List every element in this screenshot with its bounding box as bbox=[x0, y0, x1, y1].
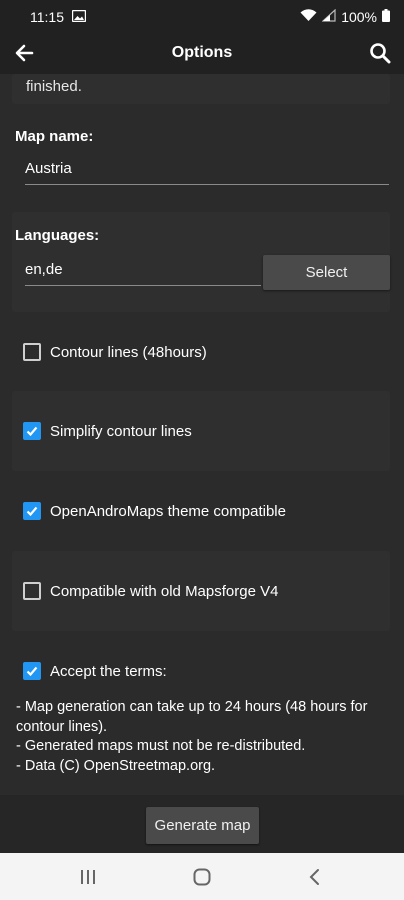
option-simplify-contour[interactable]: Simplify contour lines bbox=[12, 411, 390, 451]
languages-label: Languages: bbox=[15, 227, 100, 244]
finished-text: finished. bbox=[26, 78, 82, 95]
system-nav-bar bbox=[0, 853, 404, 900]
app-bar: Options bbox=[0, 34, 404, 74]
terms-line: - Generated maps must not be re-distribu… bbox=[16, 738, 306, 754]
checkbox-checked-icon[interactable] bbox=[23, 422, 41, 440]
map-name-label: Map name: bbox=[15, 128, 94, 145]
select-languages-button[interactable]: Select bbox=[263, 255, 390, 290]
option-label: Contour lines (48hours) bbox=[50, 343, 207, 361]
status-time: 11:15 bbox=[30, 9, 64, 25]
status-bar: 11:15 100% bbox=[0, 0, 404, 34]
search-icon[interactable] bbox=[368, 41, 392, 65]
terms-line: - Map generation can take up to 24 hours… bbox=[16, 699, 368, 735]
option-label: OpenAndroMaps theme compatible bbox=[50, 502, 286, 520]
finished-notice-section: finished. bbox=[12, 74, 390, 104]
option-openandromaps-theme[interactable]: OpenAndroMaps theme compatible bbox=[12, 491, 390, 531]
signal-icon bbox=[321, 8, 336, 25]
terms-text: - Map generation can take up to 24 hours… bbox=[16, 698, 386, 776]
languages-value: en,de bbox=[25, 261, 63, 278]
option-contour-lines[interactable]: Contour lines (48hours) bbox=[12, 332, 390, 372]
page-title: Options bbox=[171, 44, 233, 61]
accept-terms-label: Accept the terms: bbox=[50, 662, 167, 680]
generate-map-button[interactable]: Generate map bbox=[146, 807, 259, 844]
option-label: Simplify contour lines bbox=[50, 422, 192, 440]
languages-field[interactable]: en,de bbox=[25, 252, 261, 286]
battery-percent: 100% bbox=[341, 9, 377, 25]
checkbox-icon[interactable] bbox=[23, 582, 41, 600]
home-icon[interactable] bbox=[189, 865, 215, 889]
option-label: Compatible with old Mapsforge V4 bbox=[50, 582, 279, 600]
checkbox-checked-icon[interactable] bbox=[23, 502, 41, 520]
accept-terms-checkbox[interactable]: Accept the terms: bbox=[12, 651, 390, 691]
wifi-icon bbox=[300, 9, 317, 25]
map-name-field[interactable]: Austria bbox=[25, 150, 389, 185]
image-icon bbox=[71, 9, 87, 25]
back-icon[interactable] bbox=[303, 865, 329, 889]
terms-line: - Data (C) OpenStreetmap.org. bbox=[16, 757, 216, 774]
checkbox-icon[interactable] bbox=[23, 343, 41, 361]
option-mapsforge-v4[interactable]: Compatible with old Mapsforge V4 bbox=[12, 571, 390, 611]
recent-apps-icon[interactable] bbox=[75, 865, 101, 889]
checkbox-checked-icon[interactable] bbox=[23, 662, 41, 680]
battery-icon bbox=[382, 9, 390, 25]
map-name-value: Austria bbox=[25, 160, 72, 177]
